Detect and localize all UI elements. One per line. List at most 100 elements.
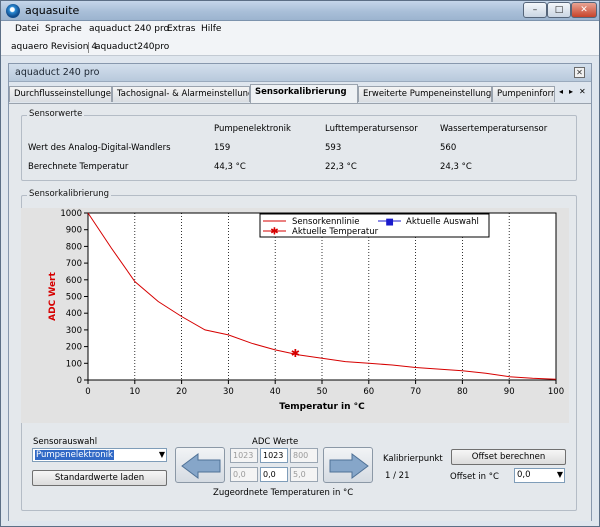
y-tick-label: 700: [66, 259, 82, 269]
x-tick-label: 100: [548, 387, 564, 397]
x-tick-label: 60: [363, 387, 374, 397]
close-button[interactable]: ✕: [571, 2, 597, 18]
adc-field-next: 800: [290, 448, 318, 463]
sensorkalibrierung-label: Sensorkalibrierung: [27, 189, 111, 199]
subwindow-title-bar: aquaduct 240 pro ✕: [9, 64, 591, 82]
y-tick-label: 800: [66, 242, 82, 252]
legend-marker-aktuelle-temperatur: ✱: [270, 227, 278, 238]
sensor-select-value: Pumpenelektronik: [35, 450, 114, 460]
x-tick-label: 90: [504, 387, 515, 397]
arrow-left-icon: [181, 453, 221, 479]
zugeordnete-label: Zugeordnete Temperaturen in °C: [213, 488, 354, 498]
subwindow-title: aquaduct 240 pro: [15, 67, 100, 78]
y-tick-label: 400: [66, 309, 82, 319]
tab-scroll-right-icon[interactable]: ▸: [569, 87, 573, 96]
temp-field-current[interactable]: 0,0: [260, 467, 288, 482]
menu-hilfe[interactable]: Hilfe: [201, 24, 221, 34]
device-separator: [88, 42, 89, 53]
adc-wassertemperatur: 560: [440, 143, 457, 153]
tab-pumpeneinstellungen[interactable]: Erweiterte Pumpeneinstellungen: [358, 86, 492, 102]
x-tick-label: 0: [85, 387, 90, 397]
temp-wassertemperatur: 24,3 °C: [440, 162, 472, 172]
adc-werte-label: ADC Werte: [252, 437, 299, 447]
subwindow-close-button[interactable]: ✕: [574, 67, 585, 78]
sensorkalibrierung-panel: Sensorwerte Pumpenelektronik Lufttempera…: [9, 103, 591, 521]
y-tick-label: 100: [66, 359, 82, 369]
tab-sensorkalibrierung[interactable]: Sensorkalibrierung: [250, 84, 358, 103]
adc-lufttemperatur: 593: [325, 143, 342, 153]
y-tick-label: 500: [66, 293, 82, 303]
legend-label-aktuelle-auswahl: Aktuelle Auswahl: [406, 217, 479, 227]
x-tick-label: 70: [410, 387, 421, 397]
row-temp-label: Berechnete Temperatur: [28, 162, 129, 172]
chevron-down-icon[interactable]: ▼: [557, 469, 563, 481]
temp-field-prev: 0,0: [230, 467, 258, 482]
adc-field-current[interactable]: 1023: [260, 448, 288, 463]
arrow-right-icon: [329, 453, 369, 479]
title-bar: aquasuite – □ ✕: [1, 1, 599, 21]
calibration-chart: 0 10 20 30 40 50 60 70 80 90 100010020030040050060…: [21, 208, 569, 423]
row-adc-label: Wert des Analog-Digital-Wandlers: [28, 143, 171, 153]
y-tick-label: 900: [66, 226, 82, 236]
adc-field-prev: 1023: [230, 448, 258, 463]
kalibrierpunkt-value: 1 / 21: [385, 471, 410, 481]
current-temperature-marker: ✱: [291, 347, 300, 360]
tab-pumpeninfo[interactable]: Pumpeninform: [492, 86, 555, 102]
chevron-down-icon: ▼: [158, 450, 165, 459]
x-tick-label: 30: [223, 387, 234, 397]
y-tick-label: 300: [66, 326, 82, 336]
header-wassertemperatur: Wassertemperatursensor: [440, 124, 548, 134]
app-window: aquasuite – □ ✕ Datei Sprache aquaduct 2…: [0, 0, 600, 527]
aquasuite-logo-icon: [6, 4, 20, 18]
header-lufttemperatur: Lufttemperatursensor: [325, 124, 418, 134]
x-tick-label: 80: [457, 387, 468, 397]
offset-berechnen-button[interactable]: Offset berechnen: [451, 449, 566, 465]
previous-point-button[interactable]: [175, 447, 225, 483]
x-tick-label: 10: [129, 387, 140, 397]
window-title: aquasuite: [25, 4, 80, 17]
device-aquaero[interactable]: aquaero Revision 4: [11, 42, 97, 52]
standardwerte-button[interactable]: Standardwerte laden: [32, 470, 167, 486]
temp-lufttemperatur: 22,3 °C: [325, 162, 357, 172]
temp-field-next: 5,0: [290, 467, 318, 482]
header-pumpenelektronik: Pumpenelektronik: [214, 124, 291, 134]
offset-input[interactable]: 0,0 ▼: [514, 468, 565, 483]
y-axis-label: ADC Wert: [48, 271, 58, 320]
menu-bar: Datei Sprache aquaduct 240 pro Extras Hi…: [1, 21, 599, 39]
adc-pumpenelektronik: 159: [214, 143, 231, 153]
sensor-select[interactable]: Pumpenelektronik ▼: [32, 448, 167, 462]
menu-extras[interactable]: Extras: [167, 24, 195, 34]
x-tick-label: 50: [317, 387, 328, 397]
offset-label: Offset in °C: [450, 472, 499, 482]
device-aquaduct[interactable]: aquaduct240pro: [95, 42, 169, 52]
device-bar: aquaero Revision 4 aquaduct240pro: [1, 39, 599, 56]
offset-value: 0,0: [517, 470, 531, 480]
menu-sprache[interactable]: Sprache: [45, 24, 82, 34]
sensorwerte-group: Sensorwerte Pumpenelektronik Lufttempera…: [21, 109, 577, 181]
next-point-button[interactable]: [323, 447, 373, 483]
y-tick-label: 600: [66, 276, 82, 286]
x-tick-label: 20: [176, 387, 187, 397]
y-tick-label: 0: [77, 376, 82, 386]
legend-label-sensorkennlinie: Sensorkennlinie: [292, 217, 359, 227]
menu-aquaduct[interactable]: aquaduct 240 pro: [89, 24, 169, 34]
legend-marker-aktuelle-auswahl: ■: [385, 218, 394, 228]
sensorwerte-label: Sensorwerte: [27, 109, 85, 119]
tab-durchfluss[interactable]: Durchflusseinstellungen: [9, 86, 112, 102]
kalibrierpunkt-label: Kalibrierpunkt: [383, 454, 443, 464]
y-tick-label: 1000: [60, 209, 82, 219]
tab-bar: Durchflusseinstellungen Tachosignal- & A…: [9, 84, 591, 104]
device-subwindow: aquaduct 240 pro ✕ Durchflusseinstellung…: [8, 63, 592, 521]
x-axis-label: Temperatur in °C: [279, 402, 365, 412]
x-tick-label: 40: [270, 387, 281, 397]
tab-tachosignal[interactable]: Tachosignal- & Alarmeinstellungen: [112, 86, 250, 102]
tab-scroll-left-icon[interactable]: ◂: [559, 87, 563, 96]
menu-datei[interactable]: Datei: [15, 24, 39, 34]
minimize-button[interactable]: –: [523, 2, 547, 18]
y-tick-label: 200: [66, 343, 82, 353]
legend-label-aktuelle-temperatur: Aktuelle Temperatur: [292, 227, 379, 237]
tab-close-icon[interactable]: ✕: [579, 87, 586, 96]
sensorauswahl-label: Sensorauswahl: [33, 437, 98, 447]
temp-pumpenelektronik: 44,3 °C: [214, 162, 246, 172]
maximize-button[interactable]: □: [547, 2, 571, 18]
